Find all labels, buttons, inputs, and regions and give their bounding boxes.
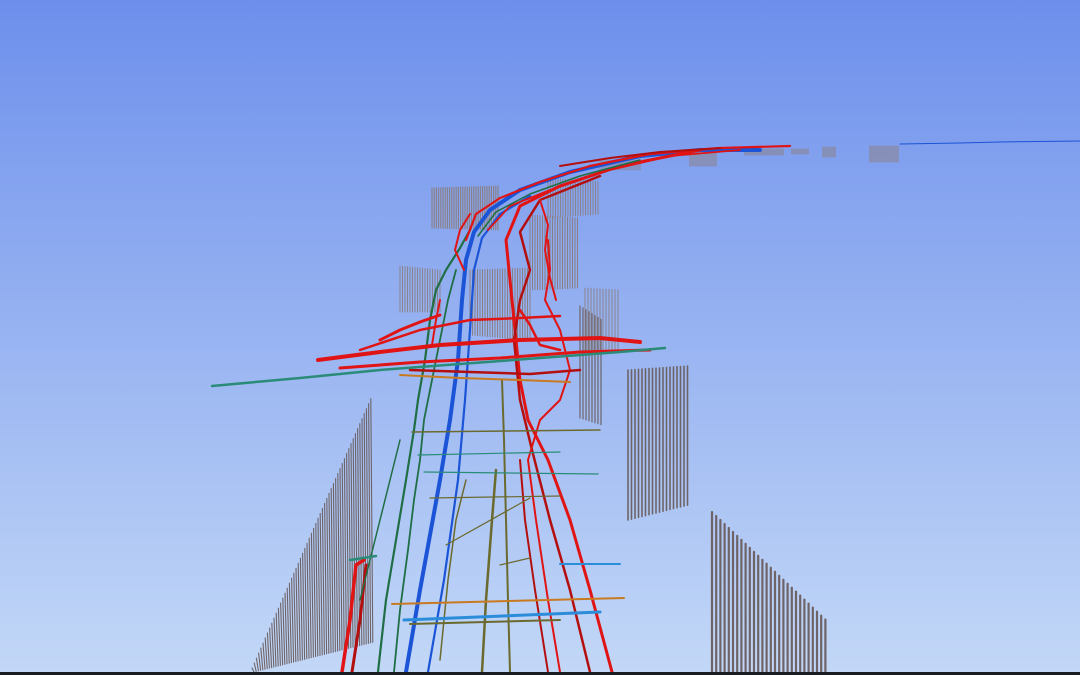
pile-cluster (547, 177, 599, 219)
pile-cluster (822, 146, 836, 158)
pile-cluster (869, 145, 899, 163)
scene-canvas[interactable] (0, 0, 1080, 675)
pile-cluster (791, 148, 809, 155)
3d-viewport[interactable] (0, 0, 1080, 675)
